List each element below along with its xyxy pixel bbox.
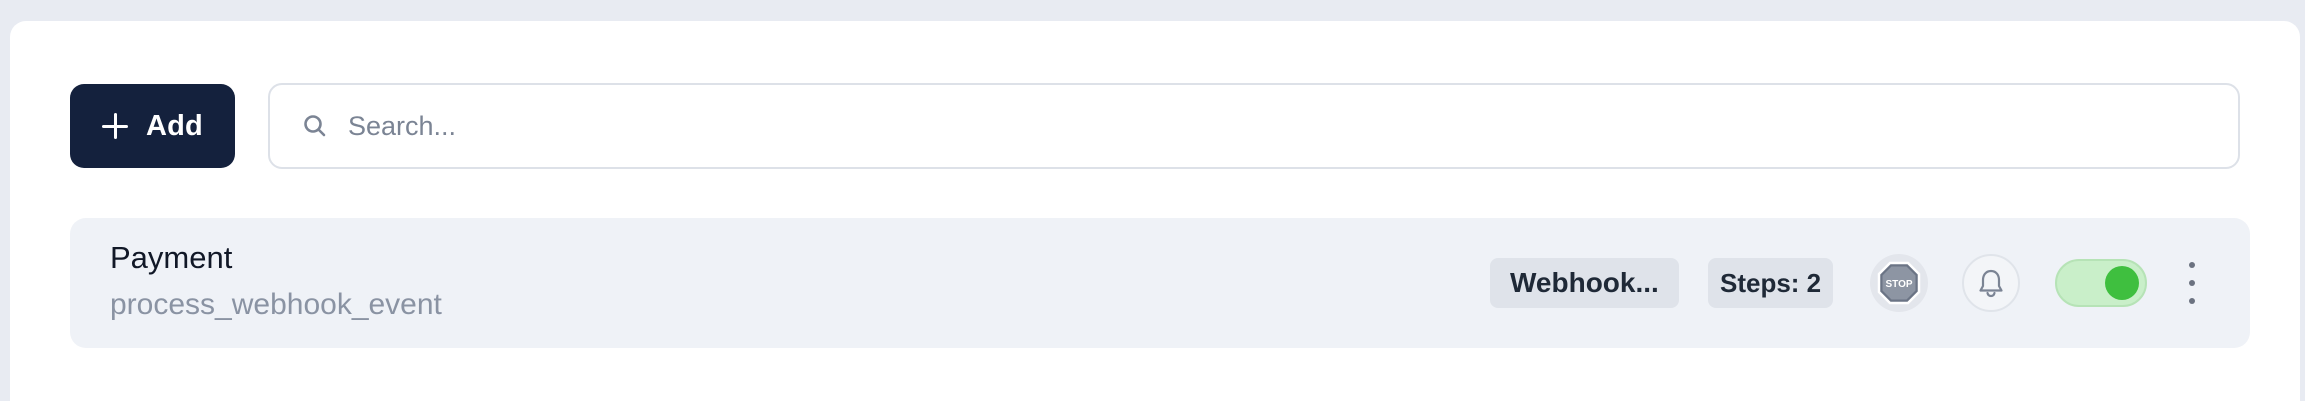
vertical-ellipsis-icon xyxy=(2189,262,2195,268)
toolbar: Add xyxy=(70,83,2240,169)
plus-icon xyxy=(102,113,128,139)
item-subtitle: process_webhook_event xyxy=(110,288,442,321)
search-icon xyxy=(304,115,326,137)
steps-count-badge: Steps: 2 xyxy=(1708,258,1834,308)
stop-sign-icon: STOP xyxy=(1877,261,1921,305)
item-title: Payment xyxy=(110,240,233,275)
notification-button[interactable] xyxy=(1962,254,2020,312)
list-item[interactable]: Payment process_webhook_event Webhook...… xyxy=(70,218,2250,348)
enabled-toggle[interactable] xyxy=(2055,259,2147,307)
add-button[interactable]: Add xyxy=(70,84,235,168)
workflows-panel: Add Payment process_webhook_event Webhoo… xyxy=(10,21,2300,401)
trigger-type-badge: Webhook... xyxy=(1490,258,1679,308)
search-input[interactable] xyxy=(346,109,2238,143)
stop-sign-text: STOP xyxy=(1885,279,1912,290)
bell-icon xyxy=(1979,269,2003,298)
search-box[interactable] xyxy=(268,83,2240,169)
more-options-button[interactable] xyxy=(2182,262,2202,304)
toggle-knob xyxy=(2105,266,2139,300)
add-button-label: Add xyxy=(146,109,203,142)
stop-button[interactable]: STOP xyxy=(1870,254,1928,312)
